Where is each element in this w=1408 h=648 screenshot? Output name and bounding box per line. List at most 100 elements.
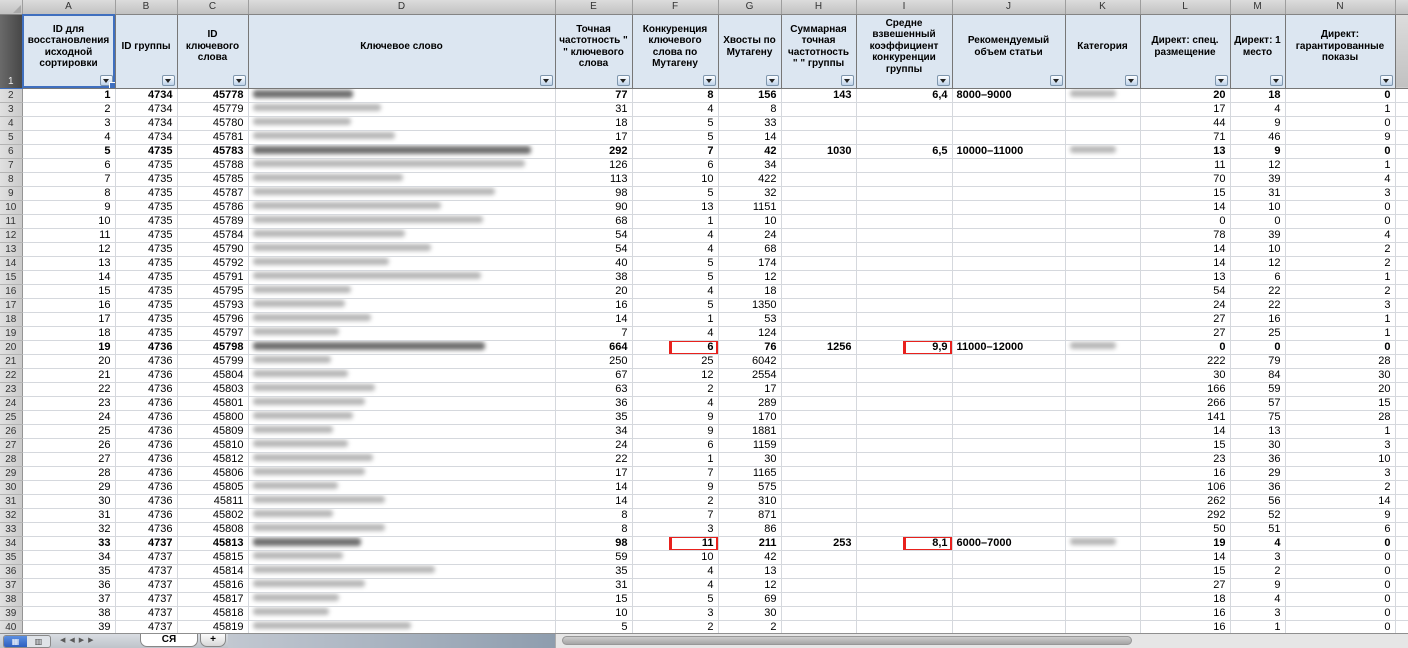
cell-M5[interactable]: 46 [1230,130,1286,145]
cell-M29[interactable]: 29 [1230,466,1286,481]
cell-L5[interactable]: 71 [1140,130,1231,145]
cell-G40[interactable]: 2 [718,620,782,635]
cell-H17[interactable] [781,298,857,313]
cell-G39[interactable]: 30 [718,606,782,621]
cell-J24[interactable] [952,396,1066,411]
filter-dropdown-icon[interactable] [232,74,246,86]
cell-K11[interactable] [1065,214,1141,229]
cell-C12[interactable]: 45784 [177,228,249,243]
cell-G15[interactable]: 12 [718,270,782,285]
cell-G4[interactable]: 33 [718,116,782,131]
row-header-29[interactable]: 29 [0,466,23,481]
cell-A27[interactable]: 26 [22,438,116,453]
cell-B38[interactable]: 4737 [115,592,178,607]
cell-A29[interactable]: 28 [22,466,116,481]
row-header-2[interactable]: 2 [0,88,23,103]
cell-L14[interactable]: 14 [1140,256,1231,271]
cell-I8[interactable] [856,172,953,187]
cell-A16[interactable]: 15 [22,284,116,299]
cell-A30[interactable]: 29 [22,480,116,495]
header-cell-J[interactable]: Рекомендуемый объем статьи [951,13,1066,89]
row-header-4[interactable]: 4 [0,116,23,131]
cell-M15[interactable]: 6 [1230,270,1286,285]
cell-C17[interactable]: 45793 [177,298,249,313]
cell-A38[interactable]: 37 [22,592,116,607]
cell-F31[interactable]: 2 [632,494,719,509]
cell-J6[interactable]: 10000–11000 [952,144,1066,159]
cell-C38[interactable]: 45817 [177,592,249,607]
cell-L29[interactable]: 16 [1140,466,1231,481]
cell-L15[interactable]: 13 [1140,270,1231,285]
cell-K17[interactable] [1065,298,1141,313]
cell-I28[interactable] [856,452,953,467]
cell-B2[interactable]: 4734 [115,88,178,103]
cell-D30[interactable] [248,480,556,495]
cell-N37[interactable]: 0 [1285,578,1396,593]
cell-G28[interactable]: 30 [718,452,782,467]
cell-F2[interactable]: 8 [632,88,719,103]
cell-H26[interactable] [781,424,857,439]
cell-H10[interactable] [781,200,857,215]
first-sheet-icon[interactable]: ◀ [60,636,69,644]
row-header-15[interactable]: 15 [0,270,23,285]
cell-C33[interactable]: 45808 [177,522,249,537]
cell-F24[interactable]: 4 [632,396,719,411]
cell-J18[interactable] [952,312,1066,327]
cell-L12[interactable]: 78 [1140,228,1231,243]
cell-L10[interactable]: 14 [1140,200,1231,215]
cell-A2[interactable]: 1 [22,88,116,103]
cell-L40[interactable]: 16 [1140,620,1231,635]
row-header-35[interactable]: 35 [0,550,23,565]
cell-N24[interactable]: 15 [1285,396,1396,411]
cell-I34[interactable]: 8,1 [856,536,953,551]
row-header-26[interactable]: 26 [0,424,23,439]
cell-G36[interactable]: 13 [718,564,782,579]
cell-G34[interactable]: 211 [718,536,782,551]
cell-B5[interactable]: 4734 [115,130,178,145]
cell-I20[interactable]: 9,9 [856,340,953,355]
next-sheet-icon[interactable]: ▶ [79,636,88,644]
cell-J17[interactable] [952,298,1066,313]
cell-H14[interactable] [781,256,857,271]
cell-B4[interactable]: 4734 [115,116,178,131]
cell-M16[interactable]: 22 [1230,284,1286,299]
cell-C9[interactable]: 45787 [177,186,249,201]
cell-C24[interactable]: 45801 [177,396,249,411]
cell-I31[interactable] [856,494,953,509]
cell-H25[interactable] [781,410,857,425]
cell-K39[interactable] [1065,606,1141,621]
cell-A37[interactable]: 36 [22,578,116,593]
cell-D26[interactable] [248,424,556,439]
cell-F5[interactable]: 5 [632,130,719,145]
cell-G26[interactable]: 1881 [718,424,782,439]
header-cell-I[interactable]: Средне взвешенный коэффициент конкуренци… [855,13,953,89]
cell-M22[interactable]: 84 [1230,368,1286,383]
cell-J19[interactable] [952,326,1066,341]
cell-I37[interactable] [856,578,953,593]
cell-L23[interactable]: 166 [1140,382,1231,397]
cell-M34[interactable]: 4 [1230,536,1286,551]
cell-N5[interactable]: 9 [1285,130,1396,145]
cell-I35[interactable] [856,550,953,565]
cell-C25[interactable]: 45800 [177,410,249,425]
cell-M33[interactable]: 51 [1230,522,1286,537]
cell-M11[interactable]: 0 [1230,214,1286,229]
previous-sheet-icon[interactable]: ◀ [69,636,78,644]
column-header-D[interactable]: D [248,0,556,15]
header-cell-E[interactable]: Точная частотность " " ключевого слова [554,13,633,89]
cell-G5[interactable]: 14 [718,130,782,145]
cell-F15[interactable]: 5 [632,270,719,285]
row-header-23[interactable]: 23 [0,382,23,397]
cell-F8[interactable]: 10 [632,172,719,187]
row-header-21[interactable]: 21 [0,354,23,369]
cell-D12[interactable] [248,228,556,243]
cell-M17[interactable]: 22 [1230,298,1286,313]
cell-H16[interactable] [781,284,857,299]
cell-I23[interactable] [856,382,953,397]
cell-K13[interactable] [1065,242,1141,257]
cell-A32[interactable]: 31 [22,508,116,523]
cell-J35[interactable] [952,550,1066,565]
cell-G21[interactable]: 6042 [718,354,782,369]
cell-M18[interactable]: 16 [1230,312,1286,327]
cell-J9[interactable] [952,186,1066,201]
